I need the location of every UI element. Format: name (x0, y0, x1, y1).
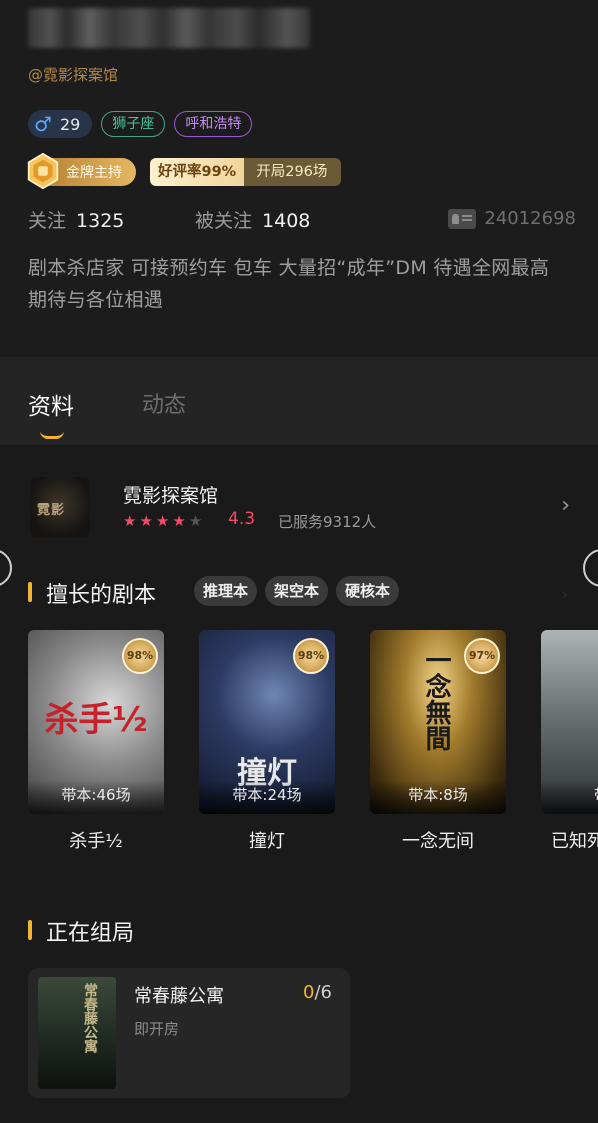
zodiac-tag: 狮子座 (101, 111, 166, 137)
gold-host-label: 金牌主持 (66, 165, 122, 181)
gold-host-badge[interactable]: 金牌主持 (27, 152, 136, 190)
room-current-count: 0 (303, 982, 315, 1003)
script-poster: 撞灯 98% 带本:24场 (199, 630, 335, 814)
scripts-section-title: 擅长的剧本 (28, 577, 156, 609)
genre-chips: 推理本 架空本 硬核本 (194, 576, 400, 606)
following-label: 关注 (28, 210, 67, 232)
forming-section-title: 正在组局 (28, 915, 134, 947)
store-handle[interactable]: @霓影探案馆 (28, 64, 118, 85)
store-rating-stars: ★ ★ ★ ★ ★ (123, 513, 202, 529)
script-card[interactable]: 一念無間 97% 带本:8场 一念无间 (370, 630, 506, 853)
user-id-value: 24012698 (484, 208, 576, 229)
script-card[interactable]: 带本 已知死 (541, 630, 598, 853)
poster-title: 一念無間 (421, 647, 451, 751)
gender-age-tag: ♂ 29 (28, 110, 93, 138)
user-id[interactable]: 24012698 (448, 208, 576, 229)
room-total-count: /6 (314, 982, 332, 1003)
store-name: 霓影探案馆 (123, 485, 219, 507)
tab-info[interactable]: 资料 (28, 387, 74, 421)
city-tag: 呼和浩特 (174, 111, 253, 137)
good-rate: 好评率99% (150, 158, 245, 186)
script-name: 一念无间 (402, 831, 474, 852)
rating-pill: 好评率99% 开局296场 (150, 158, 342, 186)
room-poster: 常春藤公寓 (38, 977, 116, 1089)
script-poster: 带本 (541, 630, 598, 814)
floating-circle-right[interactable] (583, 549, 598, 587)
scripts-carousel[interactable]: 杀手½ 98% 带本:46场 杀手½ 撞灯 98% 带本:24场 撞灯 一念無間… (28, 630, 598, 860)
room-card[interactable]: 常春藤公寓 常春藤公寓 0/6 即开房 (28, 968, 350, 1098)
followers-stat[interactable]: 被关注 1408 (195, 206, 310, 233)
genre-chip[interactable]: 架空本 (265, 576, 329, 606)
blurred-username (28, 8, 310, 48)
store-score: 4.3 (228, 509, 256, 529)
room-status: 即开房 (134, 1020, 180, 1038)
script-times: 带本:8场 (370, 780, 506, 814)
store-logo-text: 霓影 (37, 503, 66, 518)
script-times: 带本:24场 (199, 780, 335, 814)
star-empty-icon: ★ (188, 512, 203, 530)
genre-chip[interactable]: 硬核本 (336, 576, 400, 606)
host-badges: 金牌主持 好评率99% 开局296场 (27, 152, 342, 190)
profile-tabs: 资料 动态 (0, 357, 598, 445)
profile-bio: 剧本杀店家 可接预约车 包车 大量招“成年”DM 待遇全网最高 期待与各位相遇 (28, 257, 550, 311)
star-icon: ★ (139, 512, 153, 530)
following-stat[interactable]: 关注 1325 (28, 206, 124, 233)
script-times: 带本:46场 (28, 780, 164, 814)
chevron-right-faint-icon[interactable]: › (562, 585, 568, 604)
room-player-count: 0/6 (303, 982, 332, 1003)
floating-circle-left[interactable] (0, 549, 12, 587)
script-poster: 一念無間 97% 带本:8场 (370, 630, 506, 814)
session-count: 开局296场 (244, 158, 342, 186)
chevron-right-icon[interactable]: › (561, 493, 570, 518)
store-logo: 霓影 (30, 477, 90, 537)
profile-tags: ♂ 29 狮子座 呼和浩特 (28, 110, 253, 138)
genre-chip[interactable]: 推理本 (194, 576, 258, 606)
age-value: 29 (60, 114, 81, 134)
info-content: 霓影 霓影探案馆 ★ ★ ★ ★ ★ 4.3 已服务9312人 › 擅长的剧本 … (0, 445, 598, 1123)
store-row[interactable]: 霓影 霓影探案馆 ★ ★ ★ ★ ★ 4.3 已服务9312人 › (30, 477, 570, 537)
script-card[interactable]: 撞灯 98% 带本:24场 撞灯 (199, 630, 335, 853)
follow-stats: 关注 1325 被关注 1408 24012698 (28, 206, 576, 236)
room-poster-text: 常春藤公寓 (82, 983, 98, 1053)
star-icon: ★ (123, 512, 137, 530)
script-name: 杀手½ (69, 831, 123, 852)
rate-medal: 98% (122, 638, 158, 674)
rate-medal: 97% (464, 638, 500, 674)
store-served-count: 已服务9312人 (278, 513, 377, 531)
script-times: 带本 (541, 780, 598, 814)
followers-count: 1408 (262, 210, 311, 232)
script-card[interactable]: 杀手½ 98% 带本:46场 杀手½ (28, 630, 164, 853)
room-name: 常春藤公寓 (134, 986, 224, 1007)
id-card-icon (448, 208, 477, 229)
tab-feed[interactable]: 动态 (142, 387, 186, 419)
star-icon: ★ (155, 512, 170, 530)
script-name: 撞灯 (249, 831, 285, 852)
profile-header: @霓影探案馆 ♂ 29 狮子座 呼和浩特 金牌主持 好评率99% 开局296场 … (0, 0, 598, 357)
followers-label: 被关注 (195, 210, 253, 232)
poster-title: 杀手½ (44, 700, 148, 740)
script-poster: 杀手½ 98% 带本:46场 (28, 630, 164, 814)
rate-medal: 98% (293, 638, 329, 674)
male-icon: ♂ (34, 112, 52, 136)
script-name: 已知死 (551, 831, 598, 852)
active-tab-indicator (40, 431, 64, 439)
following-count: 1325 (76, 210, 125, 232)
star-icon: ★ (172, 512, 186, 530)
gold-medal-icon (27, 152, 59, 190)
